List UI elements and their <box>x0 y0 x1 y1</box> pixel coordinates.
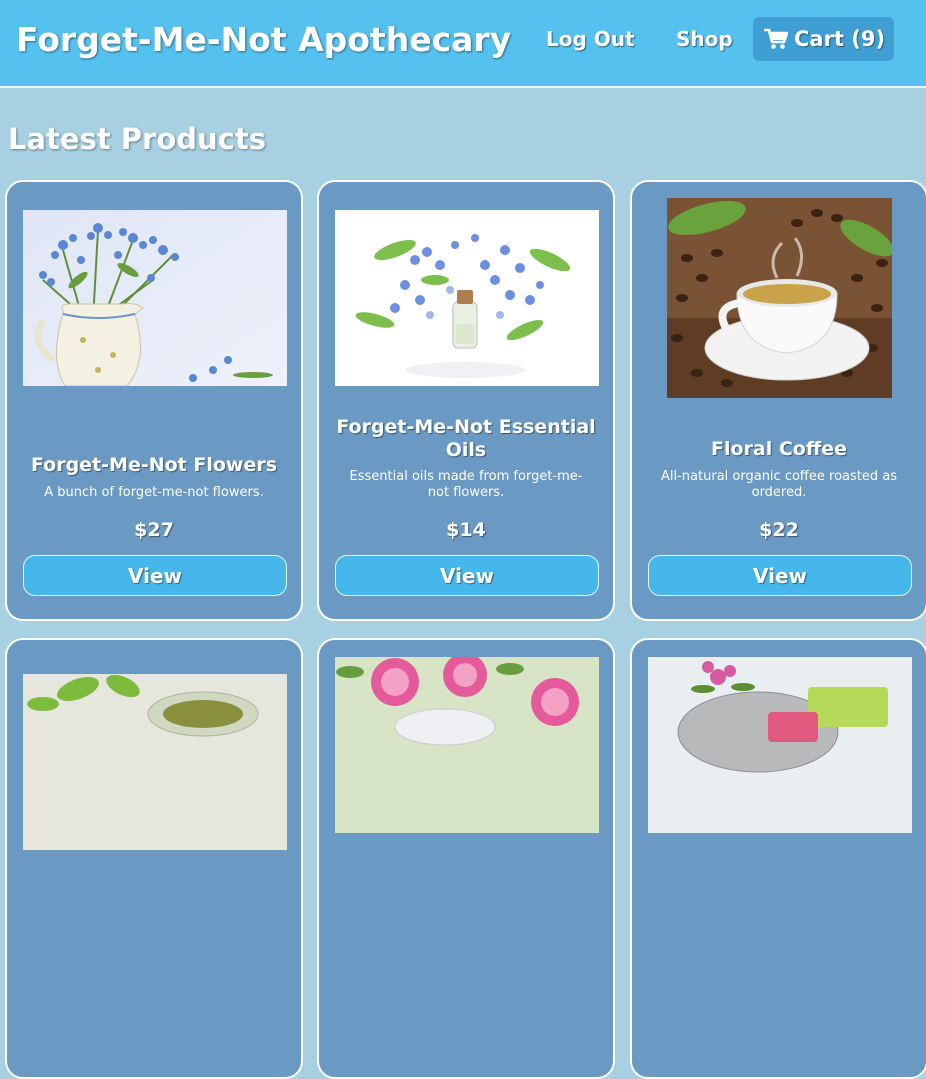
brand-title[interactable]: Forget-Me-Not Apothecary <box>16 20 511 59</box>
product-price: $14 <box>446 519 486 541</box>
product-description: All-natural organic coffee roasted as or… <box>661 469 897 500</box>
product-name: Floral Coffee <box>710 438 848 460</box>
cart-icon <box>763 28 789 50</box>
product-name: Forget-Me-Not Essential Oils <box>336 416 596 461</box>
soap-bars-photo[interactable] <box>648 657 912 833</box>
cart-button[interactable]: Cart (9) <box>753 17 894 61</box>
product-price: $22 <box>759 519 799 541</box>
product-card: Forget-Me-Not Essential Oils Essential o… <box>317 180 615 621</box>
pink-roses-photo[interactable] <box>335 657 599 833</box>
view-button[interactable]: View <box>23 555 287 596</box>
cart-label: Cart (9) <box>794 27 886 51</box>
product-card <box>317 638 615 1079</box>
herbal-tea-photo[interactable] <box>23 674 287 850</box>
page-title: Latest Products <box>8 122 266 156</box>
logout-link[interactable]: Log Out <box>546 27 635 51</box>
site-header: Forget-Me-Not Apothecary Log Out Shop Ca… <box>0 0 926 88</box>
product-description: Essential oils made from forget-me-not f… <box>349 469 583 500</box>
shop-link[interactable]: Shop <box>676 27 733 51</box>
product-card: Forget-Me-Not Flowers A bunch of forget-… <box>5 180 303 621</box>
product-description: A bunch of forget-me-not flowers. <box>44 485 264 500</box>
product-card: Floral Coffee All-natural organic coffee… <box>630 180 926 621</box>
product-price: $27 <box>134 519 174 541</box>
coffee-cup-beans-photo[interactable] <box>667 198 892 398</box>
product-card <box>630 638 926 1079</box>
product-name: Forget-Me-Not Flowers <box>30 454 278 476</box>
view-button[interactable]: View <box>648 555 912 596</box>
essential-oil-bottle-photo[interactable] <box>335 210 599 386</box>
view-button[interactable]: View <box>335 555 599 596</box>
forget-me-not-pitcher-photo[interactable] <box>23 210 287 386</box>
product-card <box>5 638 303 1079</box>
